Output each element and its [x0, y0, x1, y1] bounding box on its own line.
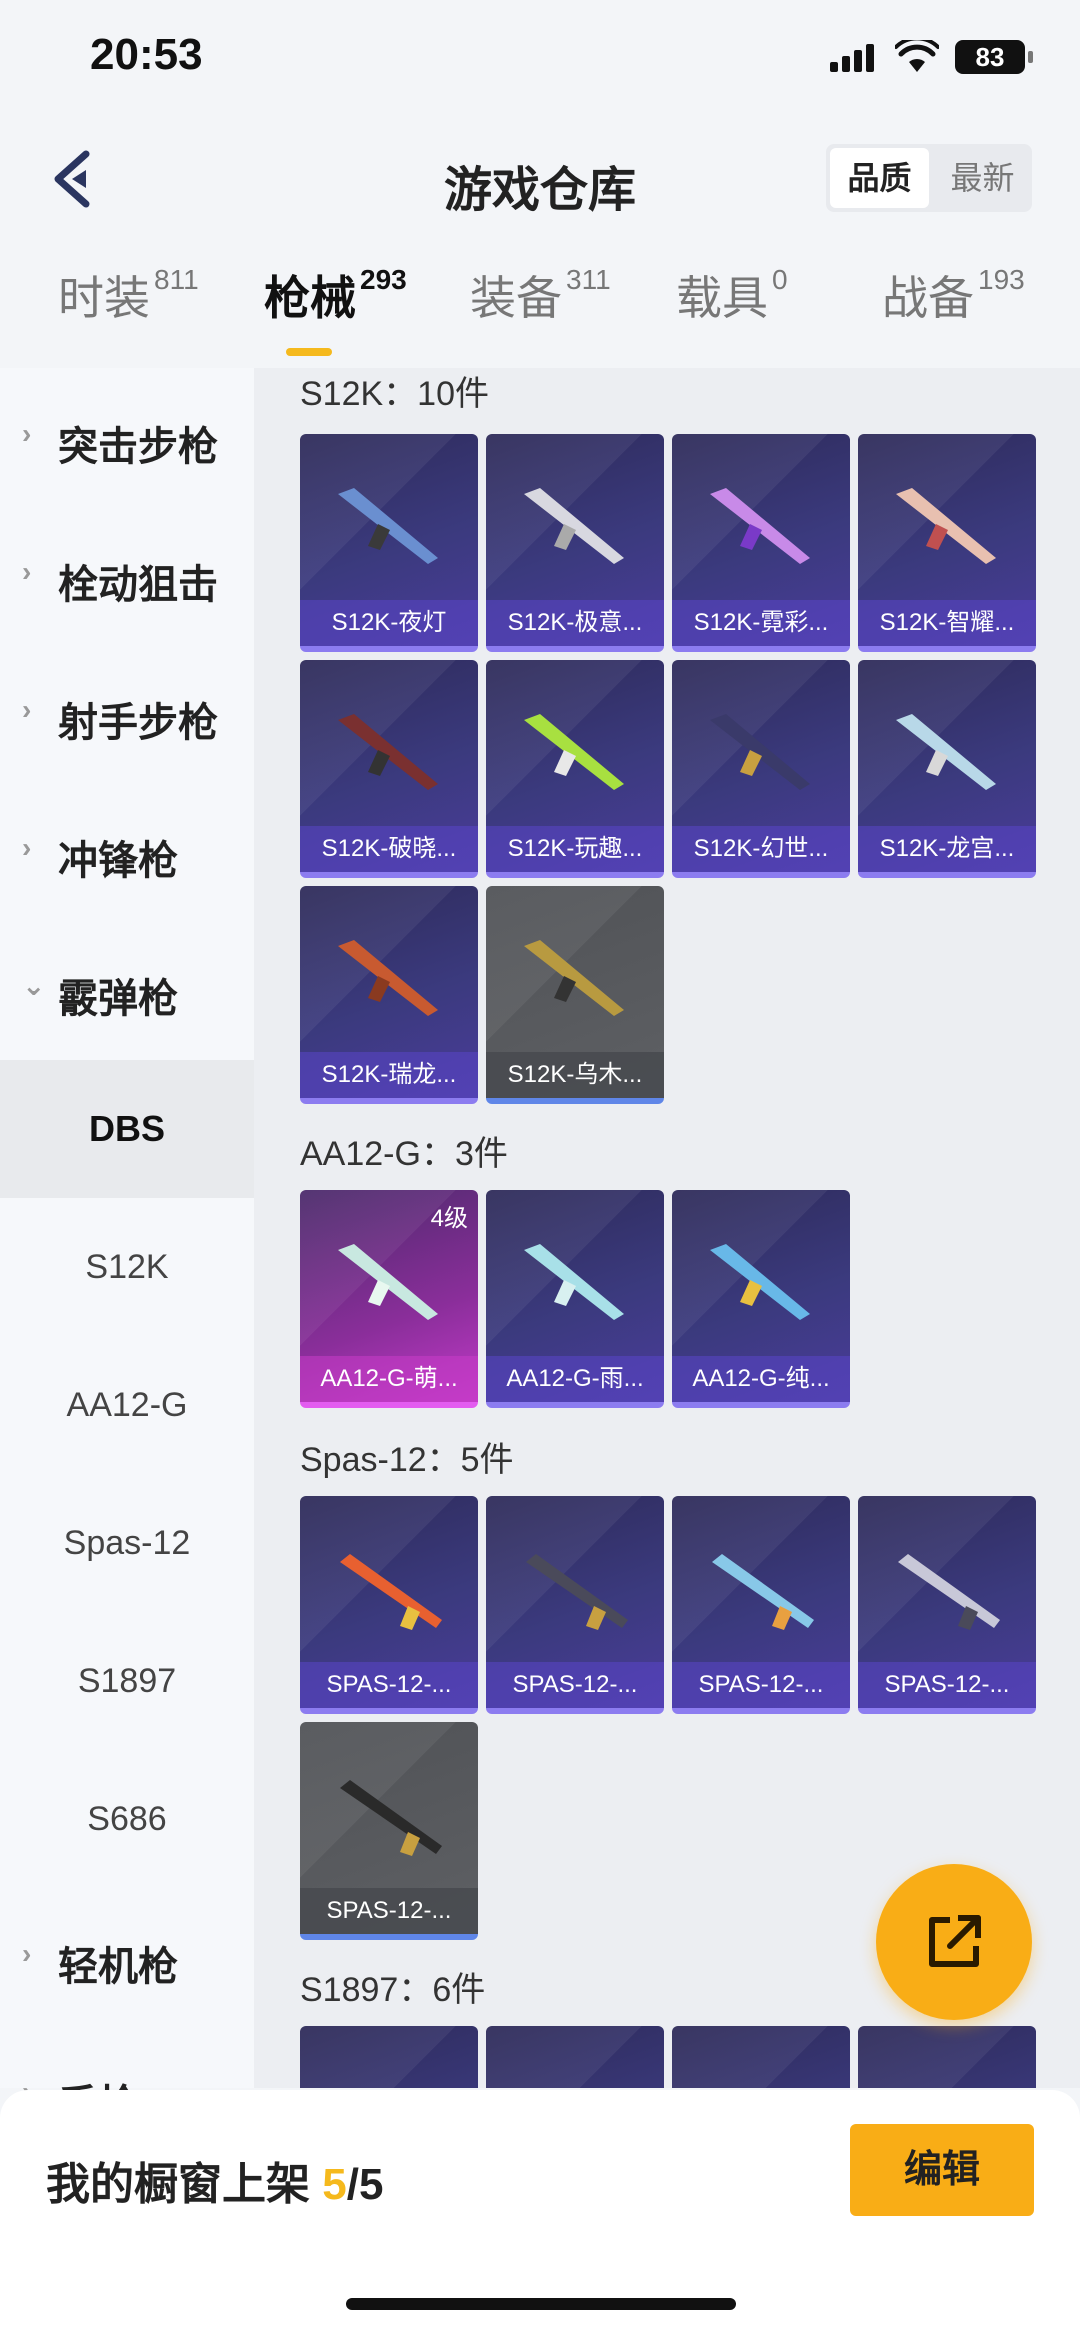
shotgun-icon — [710, 1244, 810, 1320]
item-card[interactable] — [858, 2026, 1036, 2088]
item-card[interactable]: AA12-G-纯... — [672, 1190, 850, 1408]
wifi-icon — [895, 40, 939, 72]
item-card[interactable]: S12K-乌木... — [486, 886, 664, 1104]
shotgun-icon — [710, 714, 810, 790]
item-card[interactable]: AA12-G-雨... — [486, 1190, 664, 1408]
item-card[interactable]: SPAS-12-... — [858, 1496, 1036, 1714]
sort-quality-button[interactable]: 品质 — [830, 148, 929, 208]
shotgun-icon — [338, 1244, 438, 1320]
item-card[interactable]: S12K-极意... — [486, 434, 664, 652]
shotgun-icon — [526, 1554, 628, 1630]
item-grid: S12K：10件 S12K-夜灯 S12K-极意... S12K-霓彩... S… — [254, 368, 1080, 2088]
shotgun-icon — [524, 940, 624, 1016]
status-bar: 20:53 83 — [0, 0, 1080, 120]
chevron-down-icon: ⌄ — [22, 970, 46, 1001]
sidebar-sub-s686[interactable]: S686 — [0, 1750, 254, 1888]
sort-toggle[interactable]: 品质 最新 — [826, 144, 1032, 212]
item-card[interactable] — [672, 2026, 850, 2088]
shotgun-icon — [712, 1554, 814, 1630]
sidebar-sub-spas12[interactable]: Spas-12 — [0, 1474, 254, 1612]
shotgun-icon — [338, 940, 438, 1016]
status-time: 20:53 — [90, 30, 203, 79]
item-card[interactable]: S12K-夜灯 — [300, 434, 478, 652]
shotgun-icon — [896, 488, 996, 564]
tab-supplies[interactable]: 战备 193 — [882, 262, 1025, 328]
item-card[interactable]: SPAS-12-... — [300, 1722, 478, 1940]
shotgun-icon — [338, 714, 438, 790]
item-card[interactable]: S12K-玩趣... — [486, 660, 664, 878]
shotgun-icon — [898, 1554, 1000, 1630]
sort-newest-button[interactable]: 最新 — [933, 144, 1032, 212]
chevron-right-icon: › — [22, 556, 32, 587]
section-title-s12k: S12K：10件 — [300, 375, 489, 413]
shotgun-icon — [710, 488, 810, 564]
sidebar-item-assault-rifle[interactable]: › 突击步枪 — [0, 368, 254, 506]
shotgun-icon — [524, 488, 624, 564]
sidebar-item-lmg[interactable]: › 轻机枪 — [0, 1888, 254, 2026]
item-card[interactable]: SPAS-12-... — [300, 1496, 478, 1714]
header: 游戏仓库 品质 最新 — [0, 120, 1080, 240]
sidebar-sub-s12k[interactable]: S12K — [0, 1198, 254, 1336]
item-card[interactable]: S12K-智耀... — [858, 434, 1036, 652]
edit-button[interactable]: 编辑 — [850, 2124, 1034, 2216]
chevron-right-icon: › — [22, 694, 32, 725]
item-card[interactable]: S12K-龙宫... — [858, 660, 1036, 878]
sidebar-item-shotgun[interactable]: ⌄ 霰弹枪 — [0, 920, 254, 1058]
item-card[interactable]: S12K-幻世... — [672, 660, 850, 878]
item-card[interactable]: S12K-破晓... — [300, 660, 478, 878]
item-card[interactable]: S12K-瑞龙... — [300, 886, 478, 1104]
signal-icon — [830, 44, 876, 72]
section-title-aa12g: AA12-G：3件 — [300, 1135, 508, 1173]
item-card[interactable] — [300, 2026, 478, 2088]
showcase-count: 我的橱窗上架 5/5 — [46, 2160, 384, 2209]
sidebar-sub-dbs[interactable]: DBS — [0, 1060, 254, 1198]
home-indicator — [346, 2298, 736, 2310]
item-level-badge: 4级 — [430, 1205, 468, 1232]
tab-vehicles[interactable]: 载具 0 — [676, 262, 788, 328]
shotgun-icon — [340, 1554, 442, 1630]
shotgun-icon — [896, 714, 996, 790]
sidebar: › 突击步枪 › 栓动狙击 › 射手步枪 › 冲锋枪 ⌄ 霰弹枪 DBS S12K AA1… — [0, 368, 254, 2127]
share-fab[interactable] — [876, 1864, 1032, 2020]
active-tab-indicator — [286, 348, 332, 356]
item-card[interactable]: S12K-霓彩... — [672, 434, 850, 652]
chevron-right-icon: › — [22, 832, 32, 863]
shotgun-icon — [340, 1780, 442, 1856]
battery-icon: 83 — [955, 40, 1033, 74]
item-card[interactable]: 4级 AA12-G-萌... — [300, 1190, 478, 1408]
sidebar-item-bolt-sniper[interactable]: › 栓动狙击 — [0, 506, 254, 644]
sidebar-sub-aa12g[interactable]: AA12-G — [0, 1336, 254, 1474]
shotgun-icon — [524, 714, 624, 790]
chevron-right-icon: › — [22, 1938, 32, 1969]
sidebar-item-marksman[interactable]: › 射手步枪 — [0, 644, 254, 782]
shotgun-icon — [338, 488, 438, 564]
item-card[interactable]: SPAS-12-... — [486, 1496, 664, 1714]
external-link-icon — [929, 1915, 981, 1967]
sidebar-item-smg[interactable]: › 冲锋枪 — [0, 782, 254, 920]
tab-equipment[interactable]: 装备 311 — [470, 262, 611, 328]
tab-fashion[interactable]: 时装 811 — [58, 262, 199, 328]
category-tabs: 时装 811 枪械 293 装备 311 载具 0 战备 193 — [0, 262, 1080, 362]
item-card[interactable] — [486, 2026, 664, 2088]
sidebar-sub-s1897[interactable]: S1897 — [0, 1612, 254, 1750]
chevron-right-icon: › — [22, 418, 32, 449]
item-card[interactable]: SPAS-12-... — [672, 1496, 850, 1714]
shotgun-icon — [524, 1244, 624, 1320]
section-title-spas12: Spas-12：5件 — [300, 1441, 514, 1479]
section-title-s1897: S1897：6件 — [300, 1971, 486, 2009]
tab-weapons[interactable]: 枪械 293 — [264, 262, 407, 328]
